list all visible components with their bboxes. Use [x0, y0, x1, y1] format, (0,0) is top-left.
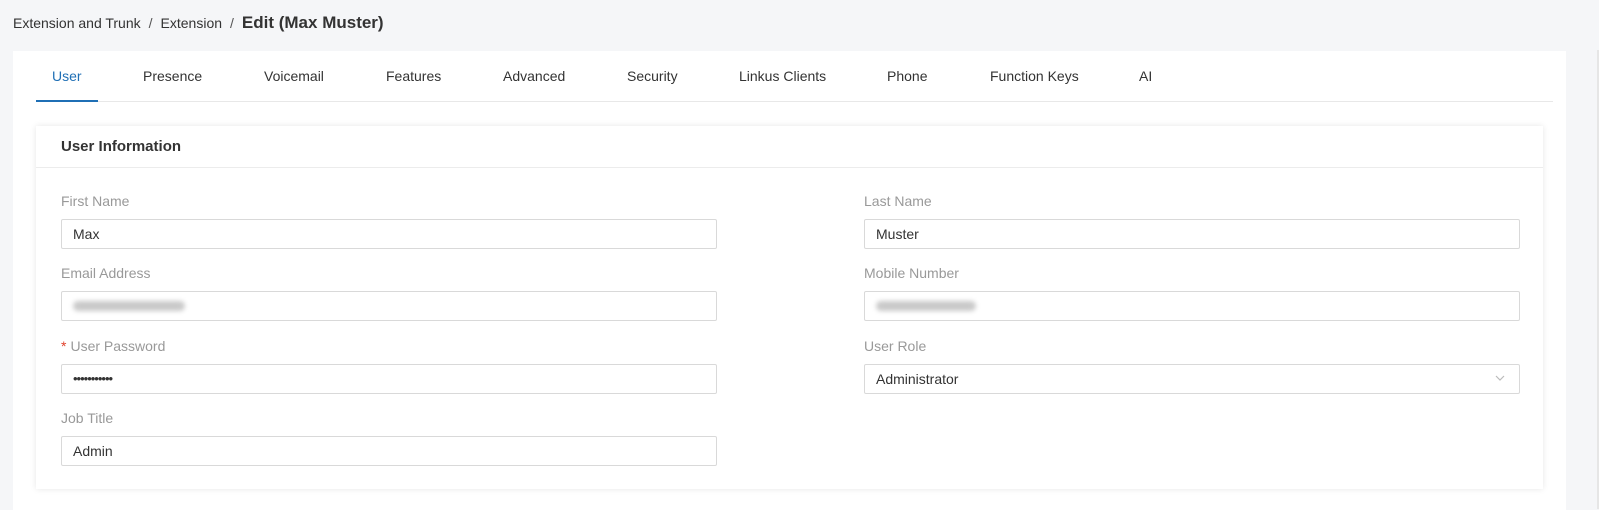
last-name-field: Last Name Muster [864, 191, 1520, 249]
tab-features[interactable]: Features [386, 51, 441, 101]
last-name-input[interactable]: Muster [864, 219, 1520, 249]
tab-user[interactable]: User [36, 51, 97, 102]
password-input[interactable]: ••••••••••• [61, 364, 717, 394]
first-name-input[interactable]: Max [61, 219, 717, 249]
breadcrumb: Extension and Trunk / Extension / Edit (… [13, 9, 384, 37]
email-field: Email Address [61, 263, 717, 321]
mobile-label: Mobile Number [864, 265, 959, 281]
edit-extension-card: User Presence Voicemail Features Advance… [13, 51, 1566, 510]
user-role-select[interactable]: Administrator [864, 364, 1520, 394]
mobile-input[interactable] [864, 291, 1520, 321]
user-role-field: User Role Administrator [864, 336, 1520, 394]
tab-presence[interactable]: Presence [143, 51, 202, 101]
job-title-value: Admin [73, 443, 113, 459]
email-label: Email Address [61, 265, 151, 281]
tab-function-keys[interactable]: Function Keys [990, 51, 1079, 101]
tab-linkus-clients[interactable]: Linkus Clients [739, 51, 826, 101]
tab-phone[interactable]: Phone [887, 51, 927, 101]
last-name-label: Last Name [864, 193, 932, 209]
password-value: ••••••••••• [73, 371, 113, 386]
user-role-label: User Role [864, 338, 927, 354]
user-role-value: Administrator [876, 371, 959, 387]
breadcrumb-extension[interactable]: Extension [161, 15, 222, 31]
job-title-label: Job Title [61, 410, 114, 426]
first-name-field: First Name Max [61, 191, 717, 249]
email-redacted-value [73, 301, 185, 312]
page-title: Edit (Max Muster) [241, 13, 384, 32]
mobile-redacted-value [876, 301, 976, 312]
job-title-field: Job Title Admin [61, 408, 717, 466]
password-field: * User Password ••••••••••• [61, 336, 717, 394]
tab-security[interactable]: Security [627, 51, 678, 101]
user-information-panel: User Information First Name Max Last Nam… [36, 126, 1543, 489]
required-asterisk: * [61, 338, 67, 354]
tab-voicemail[interactable]: Voicemail [264, 51, 324, 101]
mobile-field: Mobile Number [864, 263, 1520, 321]
first-name-label: First Name [61, 193, 130, 209]
job-title-input[interactable]: Admin [61, 436, 717, 466]
email-input[interactable] [61, 291, 717, 321]
breadcrumb-separator: / [148, 15, 153, 31]
tab-bar: User Presence Voicemail Features Advance… [36, 51, 1553, 102]
section-title: User Information [36, 126, 1543, 168]
password-label-text: User Password [70, 338, 166, 354]
breadcrumb-extension-and-trunk[interactable]: Extension and Trunk [13, 15, 141, 31]
last-name-value: Muster [876, 226, 919, 242]
chevron-down-icon [1495, 375, 1505, 381]
first-name-value: Max [73, 226, 100, 242]
breadcrumb-separator: / [230, 15, 234, 31]
password-label: * User Password [61, 336, 717, 356]
tab-advanced[interactable]: Advanced [503, 51, 565, 101]
tab-ai[interactable]: AI [1139, 51, 1152, 101]
